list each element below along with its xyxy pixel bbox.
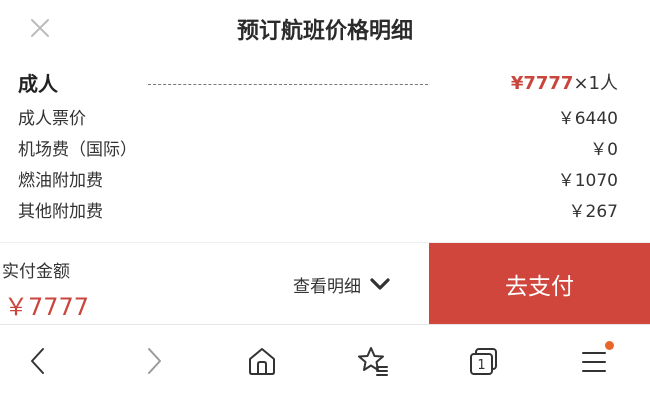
payment-label: 实付金额 <box>2 262 70 282</box>
fee-value: ￥1070 <box>557 170 618 191</box>
notification-dot <box>605 341 614 350</box>
tabs-count: 1 <box>477 358 485 373</box>
adult-quantity: ×1人 <box>573 73 618 94</box>
home-button[interactable] <box>240 339 284 383</box>
menu-button[interactable] <box>572 339 616 383</box>
payment-bar: 实付金额 ￥7777 查看明细 去支付 <box>0 242 650 325</box>
adult-total: ¥7777×1人 <box>511 69 618 95</box>
adult-label: 成人 <box>18 71 58 96</box>
favorites-icon <box>358 347 388 376</box>
pay-button[interactable]: 去支付 <box>429 243 650 325</box>
fee-value: ￥0 <box>590 139 618 160</box>
favorites-button[interactable] <box>351 339 395 383</box>
browser-nav-bar: 1 <box>0 324 650 400</box>
tabs-button[interactable]: 1 <box>462 339 506 383</box>
fee-label: 成人票价 <box>18 108 86 129</box>
back-icon <box>31 348 44 374</box>
back-button[interactable] <box>17 339 61 383</box>
fee-row-other-surcharge: 其他附加费 ￥267 <box>18 194 618 224</box>
forward-icon <box>148 348 161 374</box>
fee-label: 其他附加费 <box>18 201 103 222</box>
fee-value: ￥6440 <box>557 108 618 129</box>
page-title: 预订航班价格明细 <box>236 19 413 44</box>
fee-value: ￥267 <box>568 201 618 222</box>
tabs-icon: 1 <box>470 348 497 375</box>
payment-amount: ￥7777 <box>4 293 90 321</box>
fee-label: 燃油附加费 <box>18 170 103 191</box>
view-details-label: 查看明细 <box>293 276 361 297</box>
fee-row-airport-fee: 机场费（国际） ￥0 <box>18 132 618 162</box>
header: 预订航班价格明细 <box>0 0 650 58</box>
home-icon <box>249 348 275 375</box>
forward-button[interactable] <box>131 339 175 383</box>
chevron-down-icon <box>370 278 390 290</box>
dashed-divider <box>148 83 428 85</box>
fee-row-base-fare: 成人票价 ￥6440 <box>18 101 618 131</box>
fee-label: 机场费（国际） <box>18 139 137 160</box>
adult-price: ¥7777 <box>510 73 574 94</box>
fee-row-fuel-surcharge: 燃油附加费 ￥1070 <box>18 163 618 193</box>
view-details-button[interactable]: 查看明细 <box>293 269 391 299</box>
adult-summary-row: 成人 ¥7777×1人 <box>18 66 618 98</box>
